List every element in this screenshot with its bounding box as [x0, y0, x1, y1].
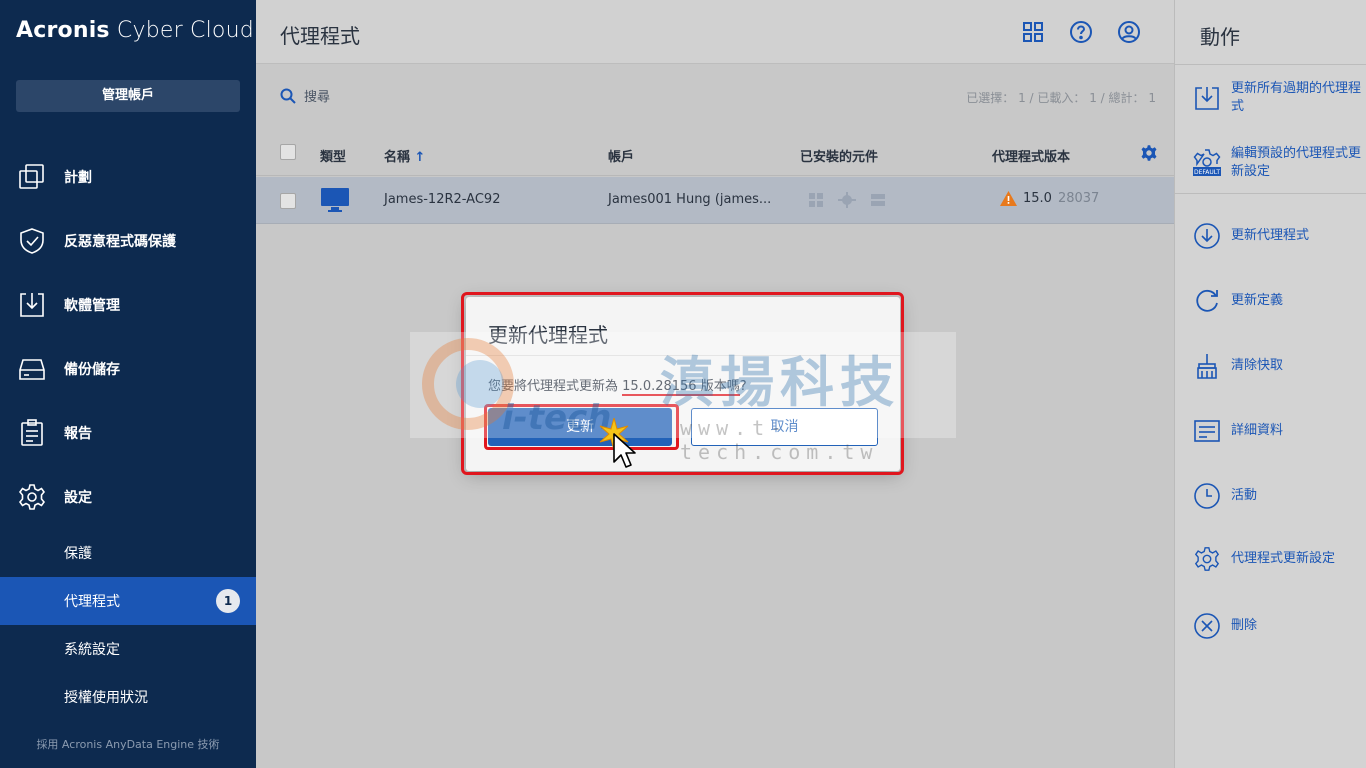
action-update-all-outdated[interactable]: 更新所有過期的代理程式 [1191, 80, 1361, 116]
sidebar-item-reports[interactable]: 報告 [0, 409, 256, 457]
grid-apps-icon[interactable] [1021, 20, 1045, 44]
shield-icon [0, 226, 64, 256]
plans-icon [0, 162, 64, 192]
divider [1175, 64, 1366, 65]
svg-text:DEFAULT: DEFAULT [1194, 169, 1220, 176]
installed-components [808, 192, 886, 208]
column-version[interactable]: 代理程式版本 [992, 146, 1070, 165]
search-label: 搜尋 [304, 90, 331, 105]
row-name: James-12R2-AC92 [384, 192, 501, 207]
column-components[interactable]: 已安裝的元件 [800, 146, 878, 165]
sidebar-item-label: 備份儲存 [64, 362, 120, 378]
sidebar-item-label: 反惡意程式碼保護 [64, 234, 176, 250]
action-delete[interactable]: 刪除 [1191, 610, 1361, 642]
update-button-highlight-frame [484, 404, 679, 450]
row-checkbox[interactable] [280, 193, 296, 209]
sidebar-subitem-protection[interactable]: 保護 [0, 529, 256, 577]
column-account[interactable]: 帳戶 [608, 146, 634, 165]
column-settings-gear-icon[interactable] [1140, 144, 1158, 162]
sort-arrow-icon: ↑ [414, 150, 426, 165]
default-settings-icon: DEFAULT [1191, 147, 1223, 179]
download-circle-icon [1191, 220, 1223, 252]
version-number: 15.0 [1023, 191, 1052, 206]
top-bar: 代理程式 [256, 0, 1174, 64]
sidebar-item-software[interactable]: 軟體管理 [0, 281, 256, 329]
user-account-icon[interactable] [1117, 20, 1141, 44]
sidebar-item-label: 設定 [64, 490, 92, 506]
storage-icon [0, 354, 64, 384]
action-details[interactable]: 詳細資料 [1191, 415, 1361, 447]
column-type[interactable]: 類型 [320, 146, 346, 165]
help-icon[interactable] [1069, 20, 1093, 44]
table-header: 類型 名稱 ↑ 帳戶 已安裝的元件 代理程式版本 [256, 132, 1174, 176]
divider [1175, 193, 1366, 194]
report-icon [0, 418, 64, 448]
sidebar-subitem-label: 代理程式 [64, 594, 120, 610]
action-label: 代理程式更新設定 [1231, 551, 1336, 566]
sidebar-item-settings[interactable]: 設定 [0, 473, 256, 521]
brand-logo: Acronis Cyber Cloud [16, 18, 254, 43]
sidebar-item-label: 計劃 [64, 170, 92, 186]
sidebar-subitem-system-settings[interactable]: 系統設定 [0, 625, 256, 673]
action-clear-cache[interactable]: 清除快取 [1191, 350, 1361, 382]
software-icon [0, 290, 64, 320]
sidebar-item-antimalware[interactable]: 反惡意程式碼保護 [0, 217, 256, 265]
search-icon [280, 88, 296, 104]
sidebar-item-storage[interactable]: 備份儲存 [0, 345, 256, 393]
broom-icon [1191, 350, 1223, 382]
warning-icon [1000, 191, 1017, 206]
delete-icon [1191, 610, 1223, 642]
manage-account-button[interactable]: 管理帳戶 [16, 80, 240, 112]
column-name[interactable]: 名稱 ↑ [384, 146, 425, 165]
sidebar: Acronis Cyber Cloud 管理帳戶 計劃 反惡意程式碼保護 軟體管… [0, 0, 256, 768]
sidebar-subitem-agents[interactable]: 代理程式 1 [0, 577, 256, 625]
version-build: 28037 [1057, 191, 1100, 206]
action-activities[interactable]: 活動 [1191, 480, 1361, 512]
action-label: 詳細資料 [1231, 423, 1284, 438]
sidebar-item-label: 報告 [64, 426, 92, 442]
gear-icon [1191, 543, 1223, 575]
action-label: 刪除 [1231, 618, 1258, 633]
table-row[interactable]: James-12R2-AC92 James001 Hung (james... … [256, 177, 1174, 224]
action-edit-default-update-settings[interactable]: DEFAULT 編輯預設的代理程式更新設定 [1191, 145, 1361, 181]
sidebar-subitem-license-usage[interactable]: 授權使用狀況 [0, 673, 256, 721]
workstation-icon [320, 186, 350, 214]
search-box[interactable]: 搜尋 [280, 86, 330, 105]
clock-icon [1191, 480, 1223, 512]
sidebar-footer: 採用 Acronis AnyData Engine 技術 [36, 738, 220, 751]
antimalware-component-icon [838, 192, 856, 208]
action-label: 編輯預設的代理程式更新設定 [1231, 146, 1362, 179]
action-update-agent[interactable]: 更新代理程式 [1191, 220, 1361, 252]
backup-component-icon [870, 192, 886, 208]
row-account: James001 Hung (james... [608, 192, 772, 207]
refresh-icon [1191, 285, 1223, 317]
selection-stats: 已選擇： 1 / 已載入： 1 / 總計： 1 [966, 91, 1156, 105]
select-all-checkbox[interactable] [280, 144, 296, 160]
mouse-cursor-icon [612, 432, 636, 470]
action-label: 更新定義 [1231, 293, 1284, 308]
action-label: 更新所有過期的代理程式 [1231, 81, 1362, 114]
gear-icon [0, 482, 64, 512]
count-badge: 1 [216, 589, 240, 613]
action-update-definitions[interactable]: 更新定義 [1191, 285, 1361, 317]
details-icon [1191, 415, 1223, 447]
action-label: 清除快取 [1231, 358, 1284, 373]
windows-component-icon [808, 192, 824, 208]
sidebar-item-plans[interactable]: 計劃 [0, 153, 256, 201]
action-agent-update-settings[interactable]: 代理程式更新設定 [1191, 543, 1361, 575]
actions-panel: 動作 更新所有過期的代理程式 DEFAULT 編輯預設的代理程式更新設定 更新代… [1174, 0, 1366, 768]
actions-title: 動作 [1200, 25, 1240, 49]
update-all-icon [1191, 82, 1223, 114]
action-label: 活動 [1231, 488, 1258, 503]
row-version: 15.0 28037 [1000, 191, 1099, 206]
action-label: 更新代理程式 [1231, 228, 1310, 243]
page-title: 代理程式 [280, 24, 360, 48]
sidebar-item-label: 軟體管理 [64, 298, 120, 314]
